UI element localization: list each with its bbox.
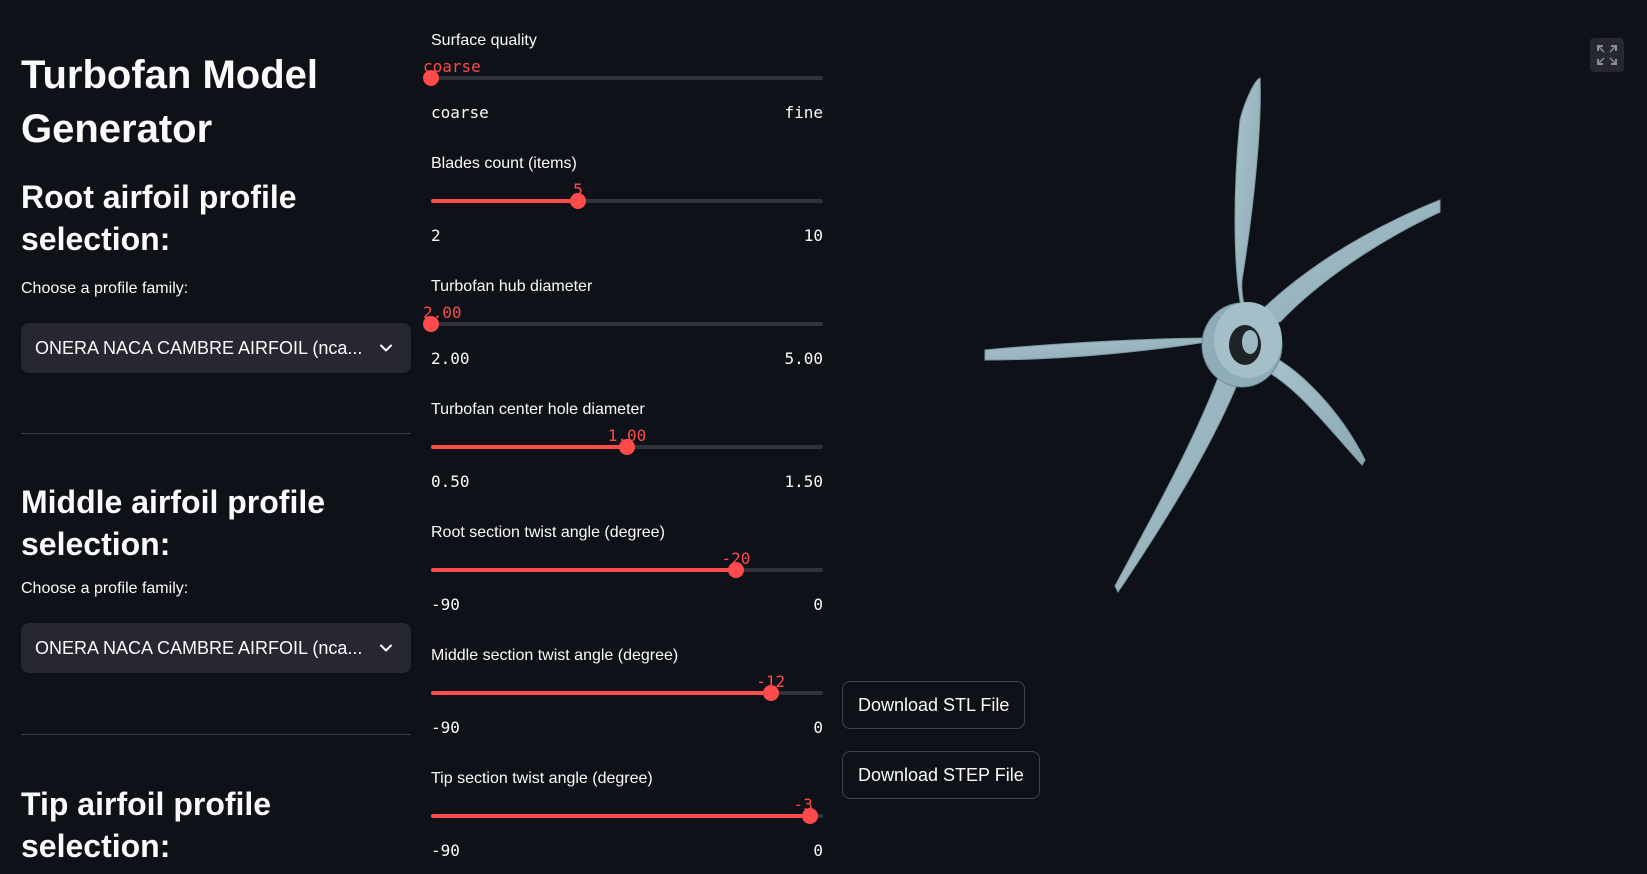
chevron-down-icon [380,344,392,352]
slider-fill [431,691,771,695]
slider-min-label: 2 [431,226,441,245]
slider-max-label: 0 [813,718,823,737]
slider-fill [431,445,627,449]
slider-fill [431,568,736,572]
slider-track[interactable] [431,439,823,455]
slider-surface-quality[interactable]: Surface quality coarse coarse fine [423,32,823,149]
middle-section-title: Middle airfoil profile selection: [21,484,326,562]
download-stl-button[interactable]: Download STL File [842,681,1026,729]
slider-label: Turbofan hub diameter [431,278,593,295]
slider-thumb[interactable] [423,70,439,86]
slider-min-label: -90 [431,718,460,737]
slider-label: Root section twist angle (degree) [431,524,665,541]
slider-max-label: 10 [803,226,823,245]
slider-tip-twist[interactable]: Tip section twist angle (degree) -3 -90 … [431,770,823,874]
slider-max-label: 0 [813,841,823,860]
slider-center-hole-diameter[interactable]: Turbofan center hole diameter 1.00 0.50 … [431,401,823,518]
middle-profile-select-value: ONERA NACA CAMBRE AIRFOIL (nca... [35,637,363,658]
slider-track[interactable] [431,193,823,209]
slider-min-label: -90 [431,595,460,614]
slider-track[interactable] [431,685,823,701]
middle-profile-select[interactable]: ONERA NACA CAMBRE AIRFOIL (nca... [21,623,411,673]
app-page: Turbofan Model Generator Root airfoil pr… [0,0,1647,874]
section-divider [21,433,411,434]
chevron-down-icon [380,644,392,652]
slider-track[interactable] [423,70,823,86]
slider-fill [431,199,578,203]
slider-label: Middle section twist angle (degree) [431,647,679,664]
slider-hub-diameter[interactable]: Turbofan hub diameter 2.00 2.00 5.00 [423,278,823,395]
root-profile-select[interactable]: ONERA NACA CAMBRE AIRFOIL (nca... [21,323,411,373]
slider-blades-count[interactable]: Blades count (items) 5 2 10 [431,155,823,272]
slider-label: Turbofan center hole diameter [431,401,645,418]
section-divider [21,734,411,735]
fullscreen-icon [1597,45,1617,65]
slider-label: Surface quality [431,32,537,49]
slider-thumb[interactable] [762,685,779,701]
root-profile-select-value: ONERA NACA CAMBRE AIRFOIL (nca... [35,337,363,358]
slider-track[interactable] [431,562,823,578]
app-title: Turbofan Model Generator [21,53,318,151]
slider-max-label: 0 [813,595,823,614]
slider-thumb[interactable] [727,562,744,578]
slider-thumb[interactable] [801,808,818,824]
slider-thumb[interactable] [619,439,635,455]
turbofan-model [984,77,1441,593]
slider-label: Tip section twist angle (degree) [431,770,653,787]
slider-root-twist[interactable]: Root section twist angle (degree) -20 -9… [431,524,823,641]
root-profile-label: Choose a profile family: [21,280,189,297]
slider-track[interactable] [431,808,823,824]
slider-min-label: 2.00 [431,349,470,368]
slider-max-label: fine [784,103,823,122]
root-section-title: Root airfoil profile selection: [21,179,297,257]
slider-middle-twist[interactable]: Middle section twist angle (degree) -12 … [431,647,823,764]
slider-max-label: 5.00 [784,349,823,368]
slider-track[interactable] [423,316,823,332]
slider-min-label: 0.50 [431,472,470,491]
slider-fill [431,814,810,818]
slider-max-label: 1.50 [784,472,823,491]
turbofan-hub [1201,302,1283,388]
slider-thumb[interactable] [423,316,439,332]
fullscreen-button[interactable] [1590,38,1624,72]
slider-label: Blades count (items) [431,155,577,172]
slider-min-label: -90 [431,841,460,860]
model-viewer[interactable] [900,60,1500,610]
tip-section-title: Tip airfoil profile selection: [21,786,272,864]
slider-thumb[interactable] [570,193,586,209]
slider-min-label: coarse [431,103,489,122]
middle-profile-label: Choose a profile family: [21,580,189,597]
download-step-button[interactable]: Download STEP File [842,751,1040,799]
